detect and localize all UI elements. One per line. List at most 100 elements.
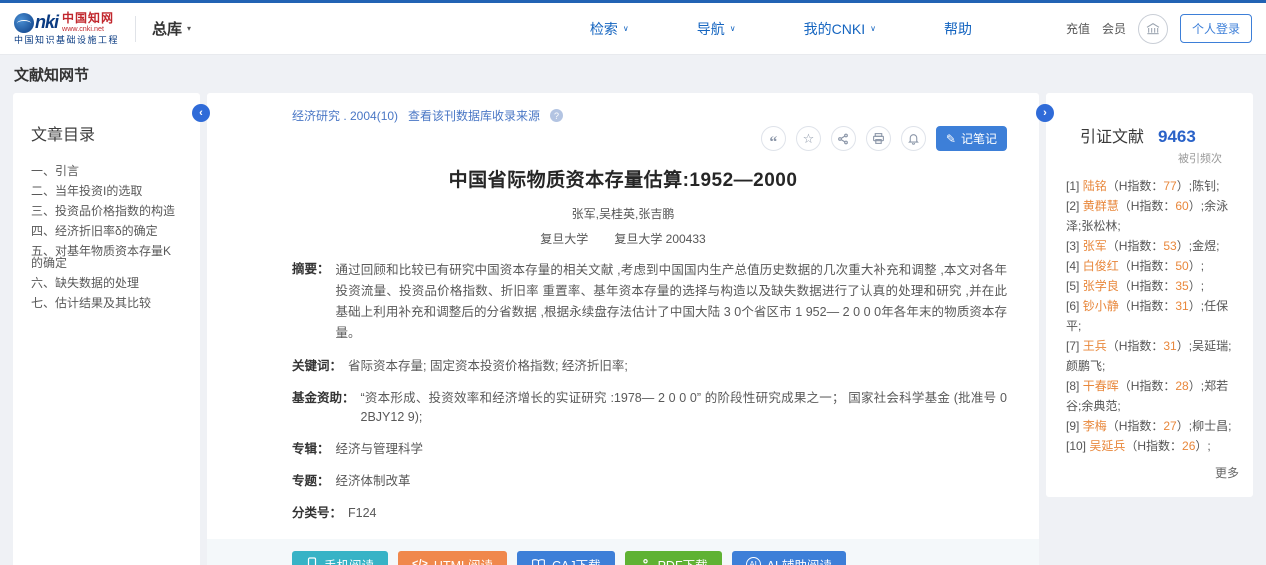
citations-count[interactable]: 9463	[1158, 127, 1196, 147]
citation-coauthors: ;金煜;	[1189, 239, 1220, 253]
topic-label: 专题：	[292, 472, 330, 491]
citation-index: [5]	[1066, 279, 1079, 293]
affiliation-2[interactable]: 复旦大学 200433	[614, 232, 705, 246]
h-index-prefix: （H指数：	[1119, 199, 1176, 213]
article-actions-row: “ ☆	[292, 126, 1007, 151]
mobile-read-button[interactable]: 手机阅读	[292, 551, 388, 565]
h-index-suffix: ）	[1177, 339, 1189, 353]
album-field: 专辑： 经济与管理科学	[292, 440, 1007, 459]
institution-icon[interactable]	[1138, 14, 1168, 44]
toc-item-5[interactable]: 五、对基年物质资本存量K的确定	[31, 245, 182, 269]
citation-item-10: [10] 吴延兵（H指数：26）;	[1066, 436, 1239, 456]
citing-author-link[interactable]: 李梅	[1083, 419, 1107, 433]
h-index-prefix: （H指数：	[1125, 439, 1182, 453]
caj-download-button[interactable]: CAJ下载	[517, 551, 615, 565]
citing-author-link[interactable]: 黄群慧	[1083, 199, 1119, 213]
topic-field: 专题： 经济体制改革	[292, 472, 1007, 491]
h-index-prefix: （H指数：	[1107, 179, 1164, 193]
ai-assist-read-label: AI 辅助阅读	[767, 555, 832, 565]
citing-author-link[interactable]: 吴延兵	[1089, 439, 1125, 453]
nav-item-help-label: 帮助	[944, 19, 972, 39]
fund-text[interactable]: “资本形成、投资效率和经济增长的实证研究 :1978— 2 0 0 0” 的阶段…	[361, 389, 1007, 427]
cnki-logo[interactable]: nki 中国知网 www.cnki.net 中国知识基础设施工程	[14, 12, 119, 46]
right-sidebar: › 引证文献 9463 被引频次 [1] 陆铭（H指数：77）;陈钊; [2] …	[1046, 93, 1253, 565]
share-button[interactable]	[831, 126, 856, 151]
chevron-right-icon: ›	[1043, 107, 1047, 119]
dropdown-triangle-icon: ▾	[187, 24, 191, 33]
chevron-down-icon: ∨	[623, 24, 629, 33]
nav-item-mycnki[interactable]: 我的CNKI ∨	[770, 19, 910, 39]
article-authors[interactable]: 张军,吴桂英,张吉鹏	[207, 205, 1039, 222]
header-nav: 检索 ∨ 导航 ∨ 我的CNKI ∨ 帮助	[556, 19, 1006, 39]
caj-download-label: CAJ下载	[552, 555, 601, 565]
affiliation-1[interactable]: 复旦大学	[540, 232, 588, 246]
personal-login-button[interactable]: 个人登录	[1180, 14, 1252, 43]
mobile-read-label: 手机阅读	[324, 555, 374, 565]
logo-word: nki	[35, 13, 58, 33]
keywords-label: 关键词：	[292, 357, 342, 376]
clc-text: F124	[348, 504, 377, 523]
fund-field: 基金资助： “资本形成、投资效率和经济增长的实证研究 :1978— 2 0 0 …	[292, 389, 1007, 427]
h-index-value: 26	[1182, 439, 1195, 453]
nav-item-navigation[interactable]: 导航 ∨	[663, 19, 770, 39]
citation-item-7: [7] 王兵（H指数：31）;吴延瑞;颜鹏飞;	[1066, 336, 1239, 376]
member-link[interactable]: 会员	[1102, 20, 1126, 37]
toc-item-4[interactable]: 四、经济折旧率δ的确定	[31, 225, 182, 237]
toc-item-1[interactable]: 一、引言	[31, 165, 182, 177]
database-switcher[interactable]: 总库 ▾	[152, 18, 191, 39]
citing-author-link[interactable]: 陆铭	[1083, 179, 1107, 193]
citation-item-6: [6] 钞小静（H指数：31）;任保平;	[1066, 296, 1239, 336]
h-index-value: 50	[1175, 259, 1188, 273]
h-index-prefix: （H指数：	[1107, 419, 1164, 433]
citations-more-link[interactable]: 更多	[1066, 464, 1239, 481]
ai-assist-read-button[interactable]: AI AI 辅助阅读	[732, 551, 846, 565]
keywords-text[interactable]: 省际资本存量; 固定资本投资价格指数; 经济折旧率;	[348, 357, 628, 376]
take-note-button[interactable]: ✎ 记笔记	[936, 126, 1007, 151]
h-index-value: 31	[1175, 299, 1188, 313]
main-column: 经济研究 . 2004(10) 查看该刊数据库收录来源 ? “ ☆	[207, 93, 1039, 565]
cite-quote-button[interactable]: “	[761, 126, 786, 151]
toc-item-6[interactable]: 六、缺失数据的处理	[31, 277, 182, 289]
collapse-right-sidebar-button[interactable]: ›	[1036, 104, 1054, 122]
question-icon[interactable]: ?	[550, 109, 563, 122]
nav-item-help[interactable]: 帮助	[910, 19, 1006, 39]
content-area: ‹ 文章目录 一、引言 二、当年投资I的选取 三、投资品价格指数的构造 四、经济…	[0, 93, 1266, 565]
nav-item-search[interactable]: 检索 ∨	[556, 19, 663, 39]
h-index-prefix: （H指数：	[1119, 259, 1176, 273]
h-index-suffix: ）	[1177, 179, 1189, 193]
h-index-value: 27	[1163, 419, 1176, 433]
pdf-download-button[interactable]: PDF下载	[625, 551, 722, 565]
toc-item-7[interactable]: 七、估计结果及其比较	[31, 297, 182, 309]
citation-item-5: [5] 张学良（H指数：35）;	[1066, 276, 1239, 296]
alert-bell-button[interactable]	[901, 126, 926, 151]
chevron-down-icon: ∨	[870, 24, 876, 33]
html-read-button[interactable]: </> HTML阅读	[398, 551, 507, 565]
nav-item-navigation-label: 导航	[697, 19, 725, 39]
logo-cn-block: 中国知网 www.cnki.net	[62, 12, 114, 34]
print-button[interactable]	[866, 126, 891, 151]
citing-author-link[interactable]: 钞小静	[1083, 299, 1119, 313]
citation-index: [7]	[1066, 339, 1079, 353]
citing-author-link[interactable]: 白俊红	[1083, 259, 1119, 273]
h-index-value: 28	[1175, 379, 1188, 393]
favorite-star-button[interactable]: ☆	[796, 126, 821, 151]
toc-item-2[interactable]: 二、当年投资I的选取	[31, 185, 182, 197]
page-title: 文献知网节	[0, 55, 1266, 93]
journal-db-source-link[interactable]: 查看该刊数据库收录来源	[408, 107, 540, 124]
globe-icon	[14, 13, 34, 33]
citation-index: [6]	[1066, 299, 1079, 313]
citation-item-9: [9] 李梅（H指数：27）;柳士昌;	[1066, 416, 1239, 436]
collapse-left-sidebar-button[interactable]: ‹	[192, 104, 210, 122]
citation-index: [10]	[1066, 439, 1086, 453]
h-index-prefix: （H指数：	[1107, 339, 1164, 353]
toc-item-3[interactable]: 三、投资品价格指数的构造	[31, 205, 182, 217]
logo-slogan: 中国知识基础设施工程	[14, 36, 119, 46]
journal-source-link[interactable]: 经济研究 . 2004(10)	[292, 107, 398, 124]
citing-author-link[interactable]: 干春晖	[1083, 379, 1119, 393]
recharge-link[interactable]: 充值	[1066, 20, 1090, 37]
citing-author-link[interactable]: 张军	[1083, 239, 1107, 253]
citing-author-link[interactable]: 王兵	[1083, 339, 1107, 353]
citing-author-link[interactable]: 张学良	[1083, 279, 1119, 293]
h-index-prefix: （H指数：	[1107, 239, 1164, 253]
citation-item-1: [1] 陆铭（H指数：77）;陈钊;	[1066, 176, 1239, 196]
